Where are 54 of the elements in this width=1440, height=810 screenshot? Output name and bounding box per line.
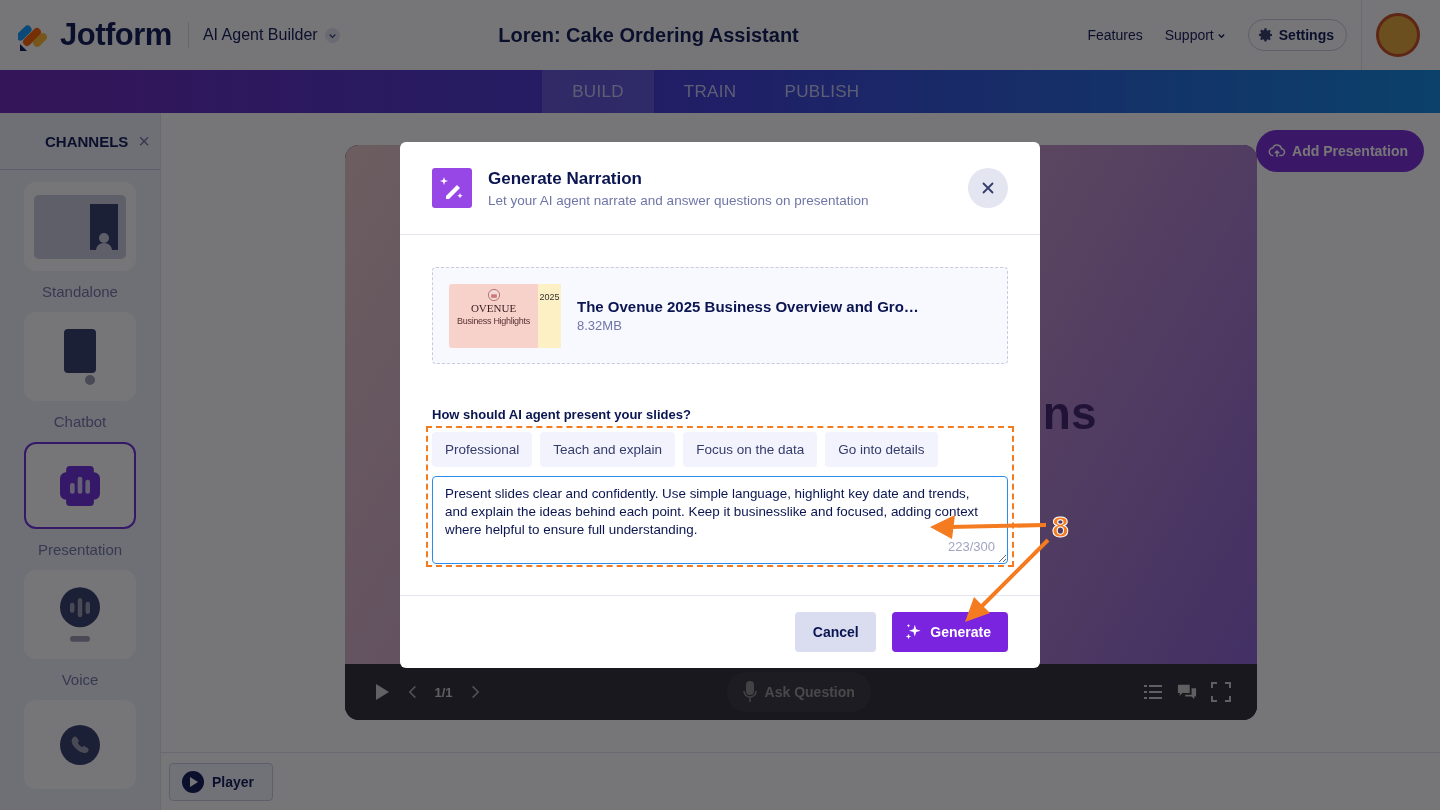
- file-name: The Ovenue 2025 Business Overview and Gro…: [577, 298, 919, 315]
- chevron-icon: [324, 27, 340, 43]
- preset-chip[interactable]: Teach and explain: [540, 432, 676, 467]
- narration-textarea[interactable]: Present slides clear and confidently. Use simple language, highlight key date and trends, and explain the ideas behind each point. Keep it businesslike and focused, adding context where helpful to ensure full understanding. 223/300: [432, 476, 1008, 564]
- dialog-subtitle: Let your AI agent narrate and answer questions on presentation: [488, 192, 870, 208]
- player-button[interactable]: Player: [169, 762, 274, 801]
- logo-text: Jotform: [60, 17, 172, 53]
- channel-label: Chatbot: [53, 413, 107, 430]
- nav-tab[interactable]: PUBLISH: [766, 70, 878, 113]
- fullscreen-icon[interactable]: [1210, 682, 1231, 702]
- play-icon: [182, 770, 204, 793]
- channel-card[interactable]: [24, 570, 136, 659]
- product-dropdown[interactable]: AI Agent Builder: [202, 26, 340, 44]
- thumbnail-caption: Business Highlights: [457, 315, 530, 326]
- header-link[interactable]: Support: [1164, 27, 1226, 43]
- settings-icon: [1257, 27, 1274, 43]
- channel-label: Standalone: [42, 283, 118, 300]
- close-button[interactable]: [968, 168, 1008, 208]
- channel-card[interactable]: [24, 442, 136, 529]
- agent-title: Loren: Cake Ordering Assistant: [497, 23, 800, 47]
- thumbnail-brand: OVENUE: [470, 301, 517, 314]
- list-icon[interactable]: [1142, 682, 1163, 702]
- channel-label: Presentation: [37, 541, 123, 558]
- channel-label: Voice: [61, 671, 99, 688]
- microphone-icon: [60, 586, 100, 643]
- prompt-label: How should AI agent present your slides?: [432, 407, 692, 422]
- header-link[interactable]: Features: [1087, 27, 1143, 43]
- settings-button[interactable]: Settings: [1247, 19, 1347, 51]
- cake-emblem-icon: [486, 287, 501, 302]
- window-icon: [34, 194, 126, 259]
- channel-card[interactable]: [24, 700, 136, 789]
- generate-button[interactable]: Generate: [892, 612, 1008, 652]
- magic-pen-icon: [432, 168, 472, 208]
- cloud-upload-icon: [1268, 142, 1287, 160]
- file-size: 8.32MB: [577, 318, 623, 333]
- preset-chip[interactable]: Go into details: [825, 432, 938, 467]
- nav-tab[interactable]: TRAIN: [654, 70, 766, 113]
- cancel-button[interactable]: Cancel: [795, 612, 877, 652]
- step-number: 8: [1052, 510, 1069, 544]
- sparkle-icon: [904, 623, 923, 641]
- dialog-title: Generate Narration: [488, 168, 643, 189]
- preset-chip[interactable]: Professional: [432, 432, 533, 467]
- preset-chip[interactable]: Focus on the data: [683, 432, 818, 467]
- close-icon: [982, 182, 994, 194]
- avatar[interactable]: [1376, 13, 1420, 57]
- microphone-icon: [742, 681, 757, 703]
- add-presentation-button[interactable]: Add Presentation: [1256, 130, 1424, 172]
- character-counter: 223/300: [948, 539, 995, 554]
- channel-card[interactable]: [24, 312, 136, 401]
- thumbnail-year: 2025: [538, 283, 561, 348]
- close-button[interactable]: ×: [138, 129, 150, 153]
- channel-card[interactable]: [24, 182, 136, 271]
- channels-title: CHANNELS: [44, 132, 129, 150]
- page-indicator: 1/1: [434, 684, 453, 700]
